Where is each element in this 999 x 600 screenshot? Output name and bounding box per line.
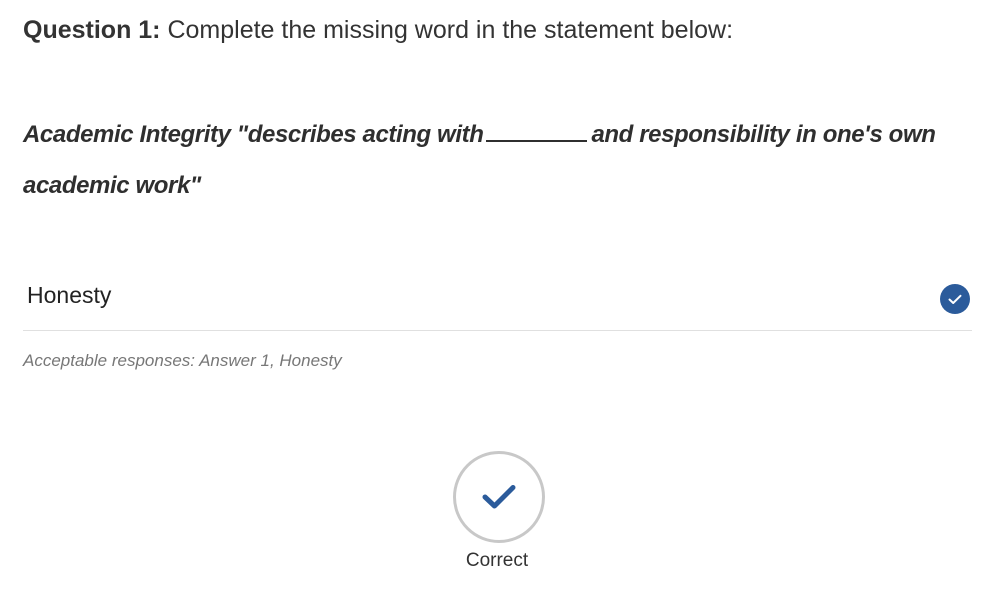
submitted-answer: Honesty	[27, 282, 112, 308]
fill-in-statement: Academic Integrity "describes acting wit…	[23, 109, 963, 211]
acceptable-responses: Acceptable responses: Answer 1, Honesty	[23, 351, 342, 370]
question-prompt: Complete the missing word in the stateme…	[167, 16, 734, 44]
question-page: Question 1: Complete the missing word in…	[0, 0, 999, 600]
result-label: Correct	[465, 550, 529, 571]
statement-before-blank: Academic Integrity "describes acting wit…	[23, 121, 484, 148]
answer-row: Honesty	[23, 266, 972, 331]
checkmark-icon	[482, 485, 516, 509]
question-heading: Question 1: Complete the missing word in…	[23, 14, 733, 46]
question-number: Question 1:	[23, 16, 161, 44]
result-indicator	[453, 451, 545, 543]
check-circle-icon	[940, 284, 970, 314]
answer-blank	[486, 122, 588, 142]
